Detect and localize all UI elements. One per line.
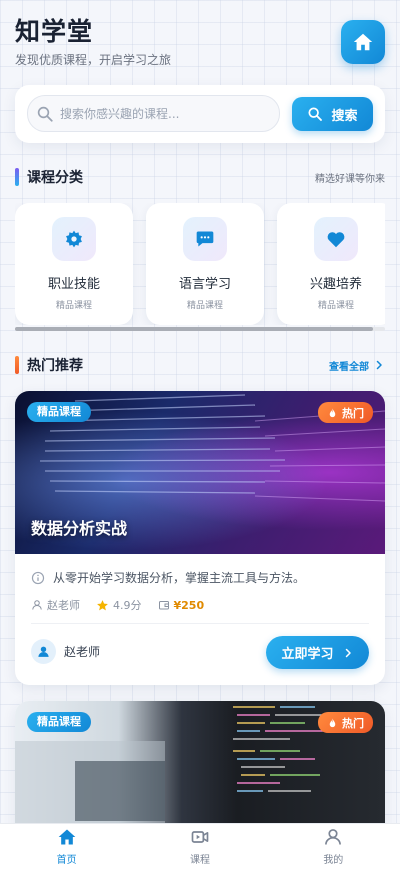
course-description-row: 从零开始学习数据分析，掌握主流工具与方法。 (31, 569, 371, 586)
premium-badge: 精品课程 (27, 402, 91, 422)
category-card-language[interactable]: 语言学习 精品课程 (146, 203, 264, 325)
section-accent-bar (15, 356, 19, 374)
gear-icon (66, 230, 82, 248)
category-icon-box (314, 217, 358, 261)
course-price-value: ¥250 (173, 598, 205, 612)
search-button[interactable]: 搜索 (292, 97, 373, 131)
chevron-right-icon (376, 360, 382, 370)
search-button-label: 搜索 (331, 108, 358, 124)
info-icon (31, 571, 45, 584)
category-section-header: 课程分类 精选好课等你来 (15, 167, 385, 187)
category-label: 兴趣培养 (309, 277, 362, 292)
hot-badge: 热门 (318, 402, 373, 423)
heart-icon (327, 232, 345, 248)
category-sub: 精品课程 (317, 301, 354, 311)
video-icon (191, 831, 209, 843)
category-section-title: 课程分类 (27, 170, 83, 186)
chevron-right-icon (345, 648, 351, 657)
app-title: 知学堂 (15, 17, 94, 46)
category-label: 职业技能 (47, 277, 100, 292)
search-icon (37, 106, 53, 122)
wallet-icon (158, 601, 169, 610)
card-divider (31, 623, 369, 624)
section-accent-bar (15, 168, 19, 186)
course-title: 数据分析实战 (31, 519, 128, 538)
user-icon (325, 829, 342, 845)
search-box[interactable] (27, 95, 280, 132)
category-card-hobby[interactable]: 兴趣培养 精品课程 (277, 203, 385, 325)
app-subtitle: 发现优质课程，开启学习之旅 (15, 53, 172, 67)
search-input[interactable] (60, 106, 260, 121)
category-sub: 精品课程 (55, 301, 92, 311)
flame-icon (329, 407, 336, 417)
nav-label: 首页 (56, 855, 77, 866)
course-cover-image: 精品课程 热门 数据分析实战 (15, 391, 385, 554)
hot-section-title: 热门推荐 (27, 358, 83, 374)
view-all-link[interactable]: 查看全部 (329, 358, 385, 373)
hot-badge: 热门 (318, 712, 373, 733)
course-price: ¥250 (158, 598, 205, 612)
chat-bubble-icon (196, 231, 214, 247)
course-meta-row: 赵老师 4.9分 ¥250 (31, 597, 371, 613)
course-rating: 4.9分 (96, 597, 142, 613)
view-all-label: 查看全部 (329, 361, 369, 373)
course-teacher-name: 赵老师 (64, 645, 101, 659)
header: 知学堂 发现优质课程，开启学习之旅 (15, 16, 385, 72)
course-card[interactable]: 精品课程 热门 数据分析实战 从零开始学习数据分析，掌握主流工具与方法。 赵老师… (15, 391, 385, 685)
nav-item-home[interactable]: 首页 (0, 824, 133, 869)
star-icon (97, 599, 108, 610)
category-scrollbar-thumb[interactable] (15, 327, 373, 331)
category-icon-box (183, 217, 227, 261)
hot-badge-label: 热门 (342, 406, 364, 420)
course-teacher-row: 赵老师 (31, 639, 100, 664)
hot-section-header: 热门推荐 查看全部 (15, 355, 385, 375)
start-learning-button[interactable]: 立即学习 (266, 636, 369, 669)
category-sub: 精品课程 (186, 301, 223, 311)
premium-badge: 精品课程 (27, 712, 91, 732)
search-icon (308, 107, 323, 121)
bottom-nav: 首页 课程 我的 (0, 823, 400, 869)
start-learning-label: 立即学习 (281, 647, 334, 662)
home-icon (353, 33, 373, 51)
course-teacher-meta: 赵老师 (31, 597, 80, 613)
user-icon (38, 646, 49, 657)
category-label: 语言学习 (178, 277, 231, 292)
home-icon (58, 829, 75, 845)
course-description: 从零开始学习数据分析，掌握主流工具与方法。 (53, 571, 306, 585)
nav-item-courses[interactable]: 课程 (133, 824, 266, 869)
nav-item-profile[interactable]: 我的 (267, 824, 400, 869)
nav-label: 我的 (323, 855, 344, 866)
nav-label: 课程 (189, 855, 210, 866)
avatar (31, 639, 56, 664)
category-icon-box (52, 217, 96, 261)
flame-icon (329, 717, 336, 727)
course-teacher-meta-name: 赵老师 (47, 599, 80, 612)
user-icon (32, 600, 42, 610)
category-card-career[interactable]: 职业技能 精品课程 (15, 203, 133, 325)
search-card: 搜索 (15, 85, 385, 143)
hot-badge-label: 热门 (342, 716, 364, 730)
app-page: 知学堂 发现优质课程，开启学习之旅 搜索 课程分类 精选好课等你来 (0, 0, 400, 869)
category-list: 职业技能 精品课程 语言学习 精品课程 兴趣培养 精品课程 (15, 203, 385, 325)
category-section-tagline: 精选好课等你来 (315, 173, 385, 185)
category-scrollbar[interactable] (15, 327, 385, 331)
course-rating-value: 4.9分 (113, 599, 142, 612)
home-button[interactable] (341, 20, 385, 64)
